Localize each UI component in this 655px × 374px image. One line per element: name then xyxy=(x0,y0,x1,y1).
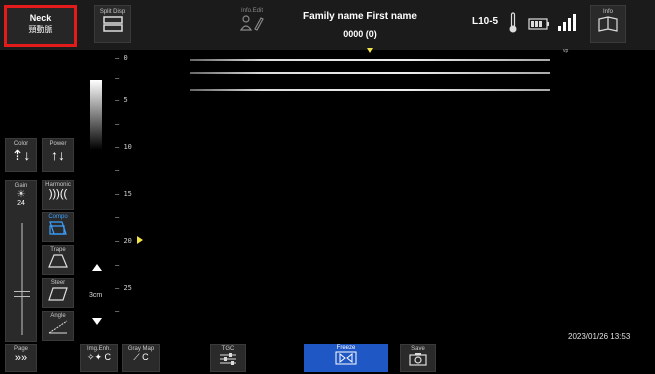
power-arrows-icon: ↑↓ xyxy=(51,147,65,163)
camera-icon xyxy=(409,353,427,366)
freeze-label: Freeze xyxy=(336,345,356,351)
depth-label: – 15 xyxy=(115,190,132,198)
color-button[interactable]: Color ⇡↓ xyxy=(5,138,37,172)
depth-tick-mark: – xyxy=(115,166,120,174)
depth-label: – 0 xyxy=(115,54,128,62)
tgc-button[interactable]: TGC xyxy=(210,344,246,372)
gain-slider-thumb[interactable] xyxy=(14,291,30,297)
trape-button[interactable]: Trape xyxy=(42,245,74,275)
harmonic-icon: )))(( xyxy=(48,188,68,200)
book-icon xyxy=(598,16,618,32)
echo-line xyxy=(190,89,550,91)
angle-icon xyxy=(48,320,68,334)
echo-line xyxy=(190,59,550,61)
grayscale-bar xyxy=(90,80,102,150)
sparkle-icon: ✧✦ C xyxy=(86,352,112,362)
harmonic-button[interactable]: Harmonic )))(( xyxy=(42,180,74,210)
sliders-icon xyxy=(220,353,236,365)
preset-button[interactable]: Neck 頸動脈 xyxy=(4,5,77,47)
info-edit-button[interactable]: Info.Edit xyxy=(232,5,272,43)
compo-button[interactable]: Compo xyxy=(42,212,74,242)
split-disp-button[interactable]: Split Disp xyxy=(94,5,131,43)
depth-label: – 20 xyxy=(115,237,132,245)
tgc-label: TGC xyxy=(221,346,235,352)
split-disp-label: Split Disp xyxy=(99,9,126,15)
depth-tick-mark: – xyxy=(115,213,120,221)
probe-label: L10-5 xyxy=(472,16,499,27)
battery-icon xyxy=(528,18,549,30)
depth-down-button[interactable] xyxy=(92,318,102,325)
depth-tick-mark: – xyxy=(115,261,120,269)
steer-icon xyxy=(48,287,68,301)
sun-icon: ☀ xyxy=(16,189,26,200)
steer-button[interactable]: Steer xyxy=(42,278,74,308)
depth-tick-mark: – xyxy=(115,120,120,128)
depth-up-button[interactable] xyxy=(92,264,102,271)
thermometer-icon xyxy=(509,12,517,33)
curve-icon: ⟋ C xyxy=(133,352,149,362)
echo-line xyxy=(190,72,550,74)
focus-marker[interactable] xyxy=(137,236,143,244)
depth-label: – 25 xyxy=(115,284,132,292)
depth-tick-mark: – xyxy=(115,74,120,82)
gray-map-button[interactable]: Gray Map ⟋ C xyxy=(122,344,160,372)
gain-value: 24 xyxy=(17,200,25,207)
freeze-icon xyxy=(335,351,357,365)
signal-strength-icon xyxy=(558,14,576,31)
gain-slider[interactable]: Gain ☀ 24 xyxy=(5,180,37,342)
gray-map-c: C xyxy=(142,352,149,362)
patient-id: 0000 (0) xyxy=(343,29,377,39)
color-arrows-icon: ⇡↓ xyxy=(11,147,31,163)
page-button[interactable]: Page »» xyxy=(5,344,37,372)
depth-tick-mark: – xyxy=(115,307,120,315)
vp-label: vp xyxy=(563,48,569,54)
patient-name: Family name First name xyxy=(303,11,417,22)
split-display-icon xyxy=(102,16,123,32)
depth-label: – 5 xyxy=(115,96,128,104)
compound-icon xyxy=(49,221,67,235)
angle-button[interactable]: Angle xyxy=(42,311,74,341)
gain-slider-track xyxy=(21,223,23,335)
img-enh-c: C xyxy=(104,352,112,362)
datetime: 2023/01/26 13:53 xyxy=(568,332,631,341)
top-focus-marker xyxy=(367,48,373,53)
chevron-double-right-icon: »» xyxy=(14,352,28,364)
info-edit-label: Info.Edit xyxy=(240,8,263,14)
trapezoid-icon xyxy=(48,254,68,268)
freeze-button[interactable]: Freeze xyxy=(304,344,388,372)
preset-label-line2: 頸動脈 xyxy=(28,25,53,34)
save-label: Save xyxy=(411,346,425,352)
save-button[interactable]: Save xyxy=(400,344,436,372)
user-edit-icon xyxy=(239,15,264,31)
preset-label-line1: Neck xyxy=(29,13,52,23)
depth-label: – 10 xyxy=(115,143,132,151)
scale-label: 3cm xyxy=(89,292,103,299)
img-enh-button[interactable]: Img.Enh. ✧✦ C xyxy=(80,344,118,372)
depth-scale-line xyxy=(111,52,112,322)
info-button[interactable]: Info xyxy=(590,5,626,43)
power-button[interactable]: Power ↑↓ xyxy=(42,138,74,172)
